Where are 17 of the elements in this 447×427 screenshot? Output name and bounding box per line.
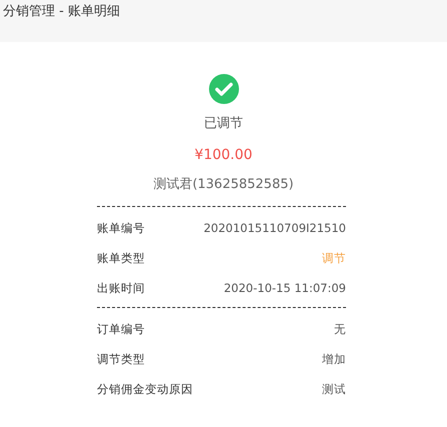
field-label: 调节类型 [97,352,145,366]
amount-text: ¥100.00 [194,146,252,164]
field-label: 订单编号 [97,322,145,336]
field-label: 出账时间 [97,280,145,296]
field-value: 调节 [322,250,346,266]
field-value: 无 [334,322,346,336]
field-value: 增加 [322,352,346,366]
field-label: 账单类型 [97,250,145,266]
field-label: 账单编号 [97,220,145,236]
page-title: 分销管理 - 账单明细 [2,4,120,19]
field-value: 2020-10-15 11:07:09 [224,281,346,295]
field-label: 分销佣金变动原因 [97,382,193,396]
status-text: 已调节 [204,116,243,132]
field-value: 测试 [322,382,346,396]
check-icon [208,74,238,104]
field-value: 20201015110709I21510 [204,221,346,235]
user-name: 测试君(13625852585) [153,176,294,194]
